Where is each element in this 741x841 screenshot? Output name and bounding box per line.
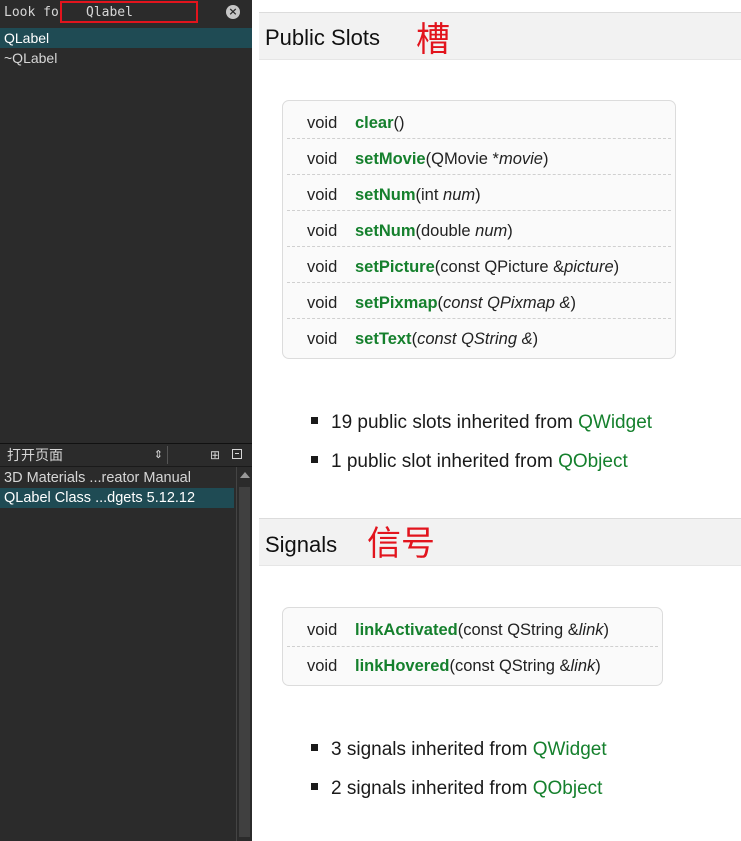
qobject-link[interactable]: QObject	[533, 778, 603, 799]
qwidget-link[interactable]: QWidget	[578, 412, 652, 433]
open-pages-title: 打开页面	[7, 447, 63, 463]
open-page-item[interactable]: QLabel Class ...dgets 5.12.12	[0, 488, 234, 508]
slot-link[interactable]: setNum	[355, 222, 416, 240]
signals-title: Signals	[265, 532, 338, 557]
select-arrows-icon: ⇕	[153, 449, 163, 461]
inherited-signals-item: 3 signals inherited from QWidget	[311, 739, 607, 761]
signals-annotation: 信号	[367, 524, 435, 564]
open-pages-header: 打开页面 ⇕ ⊞	[0, 444, 252, 467]
public-slots-header: Public Slots	[259, 12, 741, 60]
slot-link[interactable]: setText	[355, 330, 412, 348]
slots-annotation: 槽	[416, 20, 450, 60]
slot-link[interactable]: setPixmap	[355, 294, 438, 312]
inherited-slots-item: 19 public slots inherited from QWidget	[311, 412, 652, 434]
public-slots-title: Public Slots	[265, 25, 380, 50]
search-result-destructor[interactable]: ~QLabel	[0, 48, 252, 68]
documentation-view: Public Slots 槽 void clear() void setMovi…	[252, 0, 741, 840]
open-pages-panel: 打开页面 ⇕ ⊞ 3D Materials ...reator Manual Q…	[0, 443, 252, 841]
split-view-icon[interactable]: ⊞	[207, 447, 223, 463]
open-pages-select[interactable]: 打开页面 ⇕	[2, 446, 168, 464]
clear-search-icon[interactable]: ×	[226, 5, 240, 19]
scrollbar-thumb[interactable]	[239, 487, 250, 837]
signal-link[interactable]: linkHovered	[355, 657, 449, 675]
open-page-item[interactable]: 3D Materials ...reator Manual	[0, 468, 234, 488]
search-input[interactable]	[60, 1, 198, 23]
slot-link[interactable]: setPicture	[355, 258, 435, 276]
qobject-link[interactable]: QObject	[558, 451, 628, 472]
scroll-up-arrow-icon[interactable]	[240, 472, 250, 478]
inherited-signals-item: 2 signals inherited from QObject	[311, 778, 602, 800]
search-row: Look for: ×	[0, 0, 252, 27]
search-result-qlabel[interactable]: QLabel	[0, 28, 252, 48]
inherited-slots-item: 1 public slot inherited from QObject	[311, 451, 628, 473]
slot-link[interactable]: setMovie	[355, 150, 426, 168]
qwidget-link[interactable]: QWidget	[533, 739, 607, 760]
slot-link[interactable]: clear	[355, 114, 394, 132]
signal-link[interactable]: linkActivated	[355, 621, 458, 639]
close-panel-icon[interactable]	[232, 449, 242, 459]
slot-link[interactable]: setNum	[355, 186, 416, 204]
signals-header: Signals	[259, 518, 741, 566]
public-slots-table: void clear() void setMovie(QMovie *movie…	[282, 100, 676, 359]
help-sidebar: Look for: × QLabel ~QLabel 打开页面 ⇕ ⊞ 3D M…	[0, 0, 252, 841]
signals-table: void linkActivated(const QString &link) …	[282, 607, 663, 686]
open-pages-scrollbar[interactable]	[236, 467, 252, 841]
